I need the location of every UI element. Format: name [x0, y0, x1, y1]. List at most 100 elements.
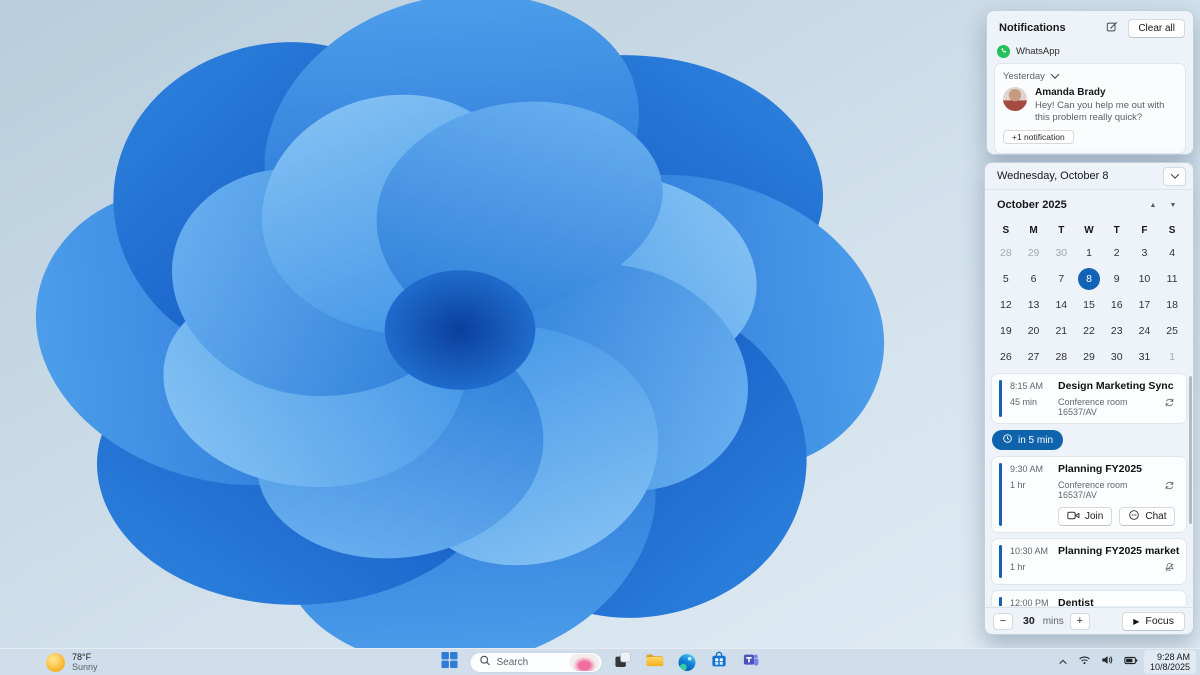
volume-button[interactable]: [1097, 651, 1118, 673]
event-card[interactable]: 12:00 PMDentist1 hrRedmond Dentistry: [992, 591, 1186, 606]
calendar-day[interactable]: 29: [1020, 240, 1048, 266]
teams-button[interactable]: [739, 650, 763, 674]
weather-condition: Sunny: [72, 662, 98, 672]
chevron-down-icon[interactable]: [1050, 70, 1060, 79]
edge-button[interactable]: [675, 650, 699, 674]
calendar-day[interactable]: 29: [1075, 344, 1103, 370]
search-highlight-image[interactable]: [569, 653, 600, 671]
task-view-button[interactable]: [611, 650, 635, 674]
calendar-day[interactable]: 30: [1103, 344, 1131, 370]
calendar-day[interactable]: 11: [1158, 266, 1186, 292]
notification-settings-icon: [1106, 21, 1118, 36]
search-placeholder: Search: [496, 656, 529, 668]
calendar-day[interactable]: 26: [992, 344, 1020, 370]
calendar-day[interactable]: 14: [1047, 292, 1075, 318]
event-accent-bar: [999, 463, 1002, 526]
calendar-day[interactable]: 17: [1131, 292, 1159, 318]
collapse-calendar-button[interactable]: [1163, 166, 1186, 186]
weekday-label: F: [1141, 224, 1148, 236]
network-button[interactable]: [1074, 651, 1095, 673]
calendar-day[interactable]: 22: [1075, 318, 1103, 344]
calendar-day-selected[interactable]: 8: [1075, 266, 1103, 292]
calendar-prev-month-button[interactable]: ▲: [1143, 197, 1163, 213]
weekday-label: M: [1029, 224, 1038, 236]
calendar-next-month-button[interactable]: ▼: [1163, 197, 1183, 213]
calendar-day[interactable]: 1: [1158, 344, 1186, 370]
file-explorer-button[interactable]: [643, 650, 667, 674]
weather-widget[interactable]: 78°F Sunny: [40, 649, 104, 675]
calendar-day[interactable]: 21: [1047, 318, 1075, 344]
event-card[interactable]: 9:30 AM Planning FY2025 1 hr Conference roo…: [992, 457, 1186, 532]
more-notifications-button[interactable]: +1 notification: [1003, 130, 1074, 144]
calendar-day[interactable]: 28: [992, 240, 1020, 266]
calendar-day[interactable]: 10: [1131, 266, 1159, 292]
calendar-day[interactable]: 16: [1103, 292, 1131, 318]
calendar-day[interactable]: 18: [1158, 292, 1186, 318]
teams-icon: [742, 651, 759, 673]
battery-button[interactable]: [1120, 651, 1142, 673]
weekday-label: T: [1113, 224, 1120, 236]
calendar-day[interactable]: 15: [1075, 292, 1103, 318]
focus-start-button[interactable]: ▶ Focus: [1122, 611, 1185, 631]
event-location: [1058, 562, 1158, 578]
calendar-day[interactable]: 27: [1020, 344, 1048, 370]
chat-button[interactable]: Chat: [1119, 507, 1176, 526]
calendar-day[interactable]: 2: [1103, 240, 1131, 266]
notification-card[interactable]: Yesterday Amanda Brady Hey! Can you help…: [995, 64, 1185, 153]
calendar-weekday-row: SMTWTFS: [985, 220, 1193, 240]
calendar-day[interactable]: 6: [1020, 266, 1048, 292]
windows-logo-icon: [441, 651, 458, 673]
clock[interactable]: 9:28 AM 10/8/2025: [1143, 650, 1196, 674]
calendar-day[interactable]: 7: [1047, 266, 1075, 292]
event-card[interactable]: 8:15 AM Design Marketing Sync 45 min Confer…: [992, 374, 1186, 423]
start-button[interactable]: [438, 650, 462, 674]
weekday-label: S: [1168, 224, 1176, 236]
calendar-day[interactable]: 5: [992, 266, 1020, 292]
clock-time: 9:28 AM: [1156, 651, 1190, 662]
calendar-day[interactable]: 19: [992, 318, 1020, 344]
calendar-day[interactable]: 3: [1131, 240, 1159, 266]
bell-muted-icon: [1164, 560, 1180, 578]
calendar-grid: 28 29 30 1 2 3 4 5 6 7 8 9 10 11 12 13 14 15 16 17 18 19 20 21 2…: [985, 240, 1193, 370]
avatar: [1003, 87, 1027, 111]
camera-icon: [1067, 510, 1080, 524]
join-button[interactable]: Join: [1058, 507, 1113, 526]
calendar-day[interactable]: 28: [1047, 344, 1075, 370]
focus-start-label: Focus: [1145, 615, 1174, 627]
weekday-label: W: [1084, 224, 1094, 236]
tray-chevron-button[interactable]: [1054, 651, 1072, 673]
event-time: 8:15 AM: [1010, 381, 1044, 391]
calendar-day[interactable]: 20: [1020, 318, 1048, 344]
calendar-day[interactable]: 24: [1131, 318, 1159, 344]
focus-minutes: 30: [1023, 615, 1035, 627]
calendar-day[interactable]: 31: [1131, 344, 1159, 370]
wifi-icon: [1078, 653, 1091, 671]
notifications-title: Notifications: [999, 22, 1066, 34]
calendar-day[interactable]: 1: [1075, 240, 1103, 266]
repeat-icon: [1164, 478, 1180, 500]
notifications-panel: Notifications Clear all WhatsApp Yesterd…: [986, 10, 1194, 155]
notification-settings-button[interactable]: [1102, 20, 1122, 37]
agenda-scrollbar[interactable]: [1189, 376, 1192, 524]
repeat-icon: [1164, 395, 1180, 417]
calendar-day[interactable]: 4: [1158, 240, 1186, 266]
speaker-icon: [1101, 653, 1114, 671]
clock-date: 10/8/2025: [1149, 662, 1190, 672]
microsoft-store-button[interactable]: [707, 650, 731, 674]
calendar-day[interactable]: 13: [1020, 292, 1048, 318]
clear-all-button[interactable]: Clear all: [1128, 18, 1185, 38]
event-card[interactable]: 10:30 AM Planning FY2025 marketing 1 hr: [992, 539, 1186, 584]
calendar-day[interactable]: 23: [1103, 318, 1131, 344]
taskbar: 78°F Sunny Search 9:28 AM 10/8/2025: [0, 648, 1200, 675]
calendar-day[interactable]: 12: [992, 292, 1020, 318]
search-box[interactable]: Search: [469, 651, 603, 673]
clock-icon: [1002, 433, 1013, 447]
calendar-day[interactable]: 25: [1158, 318, 1186, 344]
calendar-day[interactable]: 9: [1103, 266, 1131, 292]
focus-increase-button[interactable]: +: [1069, 612, 1090, 630]
calendar-day[interactable]: 30: [1047, 240, 1075, 266]
calendar-date-header: Wednesday, October 8: [997, 170, 1109, 182]
focus-decrease-button[interactable]: −: [993, 612, 1013, 630]
notification-message: Hey! Can you help me out with this probl…: [1035, 100, 1165, 123]
chevron-up-icon: [1058, 653, 1068, 671]
